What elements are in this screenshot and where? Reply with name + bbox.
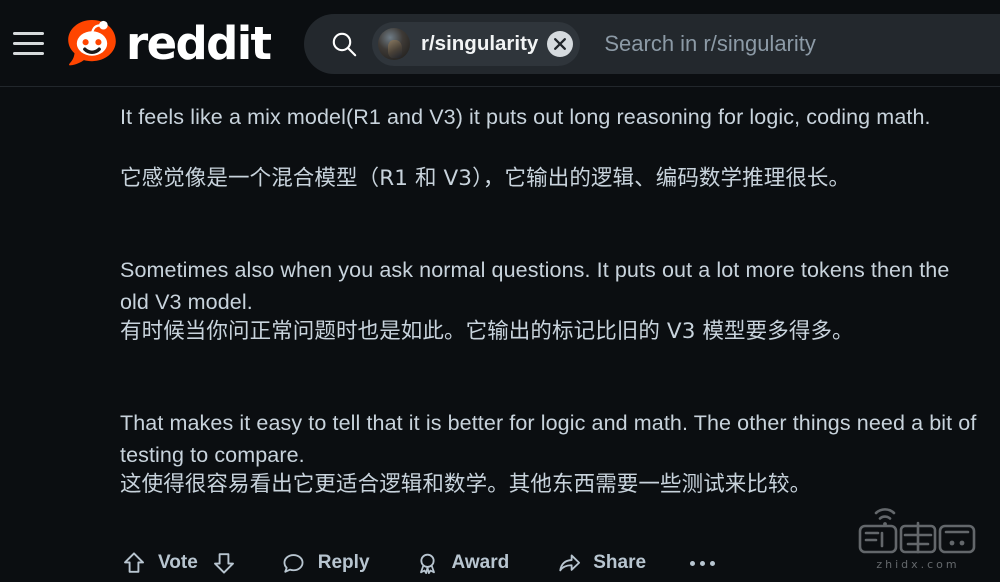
comment-paragraph: It feels like a mix model(R1 and V3) it … <box>120 105 931 129</box>
comment-action-bar: Vote Reply Award Share <box>118 544 719 582</box>
comment-paragraph-translation: 它感觉像是一个混合模型（R1 和 V3），它输出的逻辑、编码数学推理很长。 <box>120 166 851 191</box>
upvote-arrow-icon[interactable] <box>118 547 150 579</box>
reply-label: Reply <box>317 552 370 573</box>
share-arrow-icon <box>553 547 585 579</box>
comment-body: It feels like a mix model(R1 and V3) it … <box>0 88 1000 582</box>
comment-paragraph-translation: 这使得很容易看出它更适合逻辑和数学。其他东西需要一些测试来比较。 <box>120 472 812 497</box>
vote-group: Vote <box>118 547 240 579</box>
reply-button[interactable]: Reply <box>278 547 370 579</box>
more-dot <box>690 560 696 566</box>
more-dot <box>710 560 716 566</box>
hamburger-bar <box>12 41 44 45</box>
hamburger-menu-icon[interactable] <box>6 21 50 65</box>
vote-label[interactable]: Vote <box>158 552 198 574</box>
subreddit-avatar-icon <box>378 28 410 60</box>
app-header: reddit r/singularity Search in r/singula… <box>0 0 1000 87</box>
downvote-arrow-icon[interactable] <box>208 547 240 579</box>
search-icon <box>330 30 358 58</box>
comment-paragraph: Sometimes also when you ask normal quest… <box>120 258 950 314</box>
close-icon[interactable] <box>547 31 574 57</box>
comment-paragraph: That makes it easy to tell that it is be… <box>120 411 977 467</box>
search-bar[interactable]: r/singularity Search in r/singularity <box>304 14 1000 74</box>
reddit-wordmark: reddit <box>126 16 272 70</box>
subreddit-chip-label: r/singularity <box>421 32 539 55</box>
award-badge-icon <box>412 547 444 579</box>
reddit-comment-screen: reddit r/singularity Search in r/singula… <box>0 0 1000 582</box>
hamburger-bar <box>12 31 44 35</box>
reddit-home-link[interactable]: reddit <box>65 16 272 70</box>
share-button[interactable]: Share <box>553 547 646 579</box>
search-input[interactable]: Search in r/singularity <box>604 31 816 57</box>
award-button[interactable]: Award <box>412 547 510 579</box>
more-horizontal-icon[interactable] <box>686 555 719 572</box>
reddit-snoo-icon <box>65 16 119 70</box>
award-label: Award <box>451 552 510 573</box>
hamburger-bar <box>12 51 44 55</box>
share-label: Share <box>593 552 647 573</box>
subreddit-filter-chip[interactable]: r/singularity <box>372 22 581 66</box>
comment-paragraph-translation: 有时候当你问正常问题时也是如此。它输出的标记比旧的 V3 模型要多得多。 <box>120 319 854 344</box>
more-dot <box>700 560 706 566</box>
comment-bubble-icon <box>278 547 310 579</box>
